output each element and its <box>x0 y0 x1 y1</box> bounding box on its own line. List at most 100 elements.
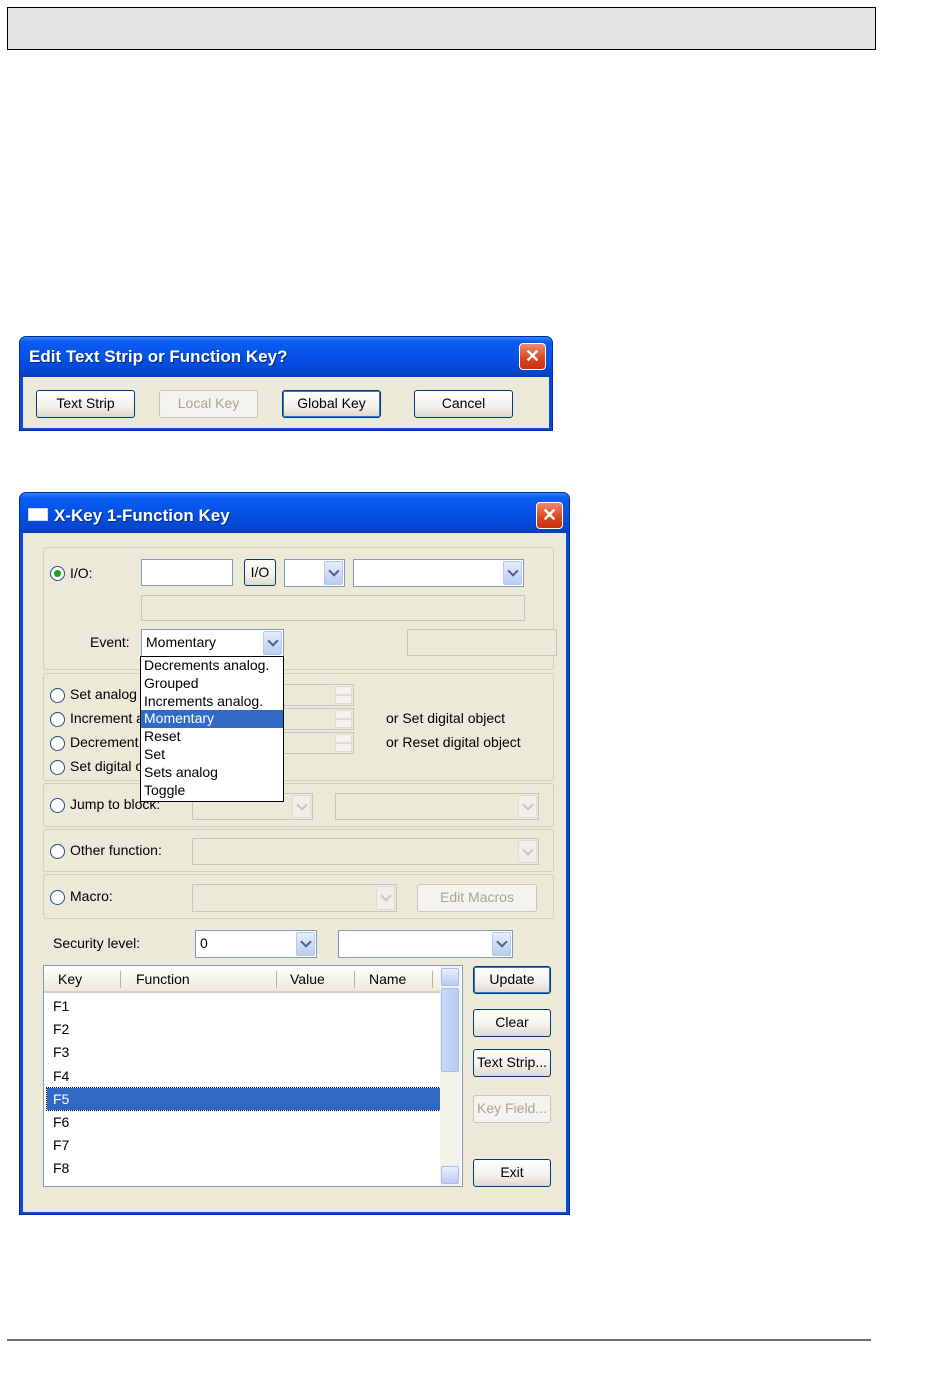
dialog-body: Text Strip Local Key Global Key Cancel <box>23 377 549 428</box>
spin-up-icon[interactable] <box>335 734 352 743</box>
column-header-key[interactable]: Key <box>58 966 82 993</box>
event-option[interactable]: Toggle <box>141 782 283 800</box>
edit-text-strip-dialog: Edit Text Strip or Function Key? ✕ Text … <box>19 336 553 431</box>
other-function-select[interactable] <box>192 838 539 865</box>
table-row[interactable]: F7 <box>47 1134 440 1156</box>
cancel-button[interactable]: Cancel <box>414 390 513 418</box>
io-group: I/O: I/O Event: Momentary <box>43 547 557 670</box>
io-radio-label: I/O: <box>70 565 93 581</box>
set-analog-label: Set analog <box>70 686 137 702</box>
event-extra-field <box>407 629 557 656</box>
chevron-down-icon[interactable] <box>518 795 537 818</box>
other-function-radio[interactable] <box>50 844 65 859</box>
event-option[interactable]: Increments analog. <box>141 693 283 711</box>
jump-target-select[interactable] <box>335 793 539 820</box>
decrement-label: Decrement <box>70 734 139 750</box>
io-address-input[interactable] <box>141 559 233 586</box>
event-select[interactable]: Momentary <box>141 629 284 657</box>
macro-select[interactable] <box>192 884 397 912</box>
increment-radio[interactable] <box>50 712 65 727</box>
table-row[interactable]: F1 <box>47 995 440 1017</box>
event-option[interactable]: Grouped <box>141 675 283 693</box>
io-description-field <box>141 595 525 621</box>
clear-button[interactable]: Clear <box>473 1009 551 1037</box>
global-key-button[interactable]: Global Key <box>282 390 381 418</box>
io-type-select[interactable] <box>284 559 345 587</box>
other-function-label: Other function: <box>70 842 162 858</box>
table-row[interactable]: F6 <box>47 1111 440 1133</box>
chevron-down-icon[interactable] <box>292 795 311 818</box>
table-row[interactable]: F5 <box>46 1086 441 1111</box>
dialog-title: X-Key 1-Function Key <box>54 506 230 525</box>
event-option[interactable]: Reset <box>141 728 283 746</box>
decrement-radio[interactable] <box>50 736 65 751</box>
exit-button[interactable]: Exit <box>473 1159 551 1187</box>
table-row[interactable]: F2 <box>47 1018 440 1040</box>
chevron-down-icon[interactable] <box>263 631 282 655</box>
macro-group: Macro: Edit Macros <box>43 874 554 919</box>
increment-label: Increment a <box>70 710 144 726</box>
macro-label: Macro: <box>70 888 113 904</box>
chevron-down-icon[interactable] <box>503 561 522 585</box>
function-key-list[interactable]: Key Function Value Name F1 F2 F3 F4 F5 F6 F7 F8 <box>43 965 463 1187</box>
spin-down-icon[interactable] <box>335 695 352 704</box>
jump-group: Jump to block: <box>43 783 554 827</box>
spin-up-icon[interactable] <box>335 710 352 719</box>
column-header-name[interactable]: Name <box>369 966 406 993</box>
table-row[interactable]: F3 <box>47 1041 440 1063</box>
io-browse-button[interactable]: I/O <box>244 559 276 586</box>
security-level-label: Security level: <box>53 935 141 951</box>
page-header-bar <box>7 7 876 50</box>
table-row[interactable]: F8 <box>47 1157 440 1179</box>
list-scrollbar[interactable] <box>440 966 461 1186</box>
or-reset-digital-label: or Reset digital object <box>386 734 521 750</box>
event-option[interactable]: Momentary <box>141 710 283 729</box>
io-radio[interactable] <box>50 566 65 581</box>
spin-down-icon[interactable] <box>335 743 352 752</box>
jump-radio[interactable] <box>50 798 65 813</box>
io-object-select[interactable] <box>353 559 524 587</box>
scroll-down-icon[interactable] <box>441 1166 459 1184</box>
event-option[interactable]: Set <box>141 746 283 764</box>
table-row[interactable]: F4 <box>47 1065 440 1087</box>
event-select-value: Momentary <box>146 634 217 650</box>
edit-macros-button[interactable]: Edit Macros <box>417 884 537 912</box>
security-group-select[interactable] <box>338 930 513 958</box>
set-analog-radio[interactable] <box>50 688 65 703</box>
column-header-function[interactable]: Function <box>136 966 190 993</box>
text-strip-button[interactable]: Text Strip... <box>473 1049 551 1077</box>
other-function-group: Other function: <box>43 829 554 872</box>
chevron-down-icon[interactable] <box>518 840 537 863</box>
dialog-body: I/O: I/O Event: Momentary Set analog Inc… <box>23 533 566 1212</box>
chevron-down-icon[interactable] <box>296 932 315 956</box>
column-header-value[interactable]: Value <box>290 966 325 993</box>
scrollbar-thumb[interactable] <box>441 988 459 1072</box>
key-field-button[interactable]: Key Field... <box>473 1095 551 1123</box>
chevron-down-icon[interactable] <box>324 561 343 585</box>
event-dropdown-list: Decrements analog. Grouped Increments anal… <box>140 656 284 802</box>
update-button[interactable]: Update <box>473 966 551 994</box>
analog-group: Set analog Increment a Decrement Set dig… <box>43 673 554 781</box>
dialog-title: Edit Text Strip or Function Key? <box>29 347 288 366</box>
macro-radio[interactable] <box>50 890 65 905</box>
dialog-titlebar: Edit Text Strip or Function Key? ✕ <box>20 337 552 377</box>
chevron-down-icon[interactable] <box>492 932 511 956</box>
local-key-button[interactable]: Local Key <box>159 390 258 418</box>
set-digital-radio[interactable] <box>50 760 65 775</box>
set-digital-label: Set digital o <box>70 758 144 774</box>
event-label: Event: <box>90 634 130 650</box>
or-set-digital-label: or Set digital object <box>386 710 506 726</box>
event-option[interactable]: Decrements analog. <box>141 657 283 675</box>
spin-down-icon[interactable] <box>335 719 352 728</box>
close-icon[interactable]: ✕ <box>536 502 563 529</box>
event-option[interactable]: Sets analog <box>141 764 283 782</box>
chevron-down-icon[interactable] <box>376 886 395 910</box>
spin-up-icon[interactable] <box>335 686 352 695</box>
close-icon[interactable]: ✕ <box>519 343 546 370</box>
list-header: Key Function Value Name <box>44 966 440 993</box>
event-options: Decrements analog. Grouped Increments anal… <box>141 657 283 799</box>
scroll-up-icon[interactable] <box>441 968 459 986</box>
dialog-titlebar: X-Key 1-Function Key ✕ <box>20 493 569 533</box>
text-strip-button[interactable]: Text Strip <box>36 390 135 418</box>
security-level-select[interactable]: 0 <box>195 930 317 958</box>
